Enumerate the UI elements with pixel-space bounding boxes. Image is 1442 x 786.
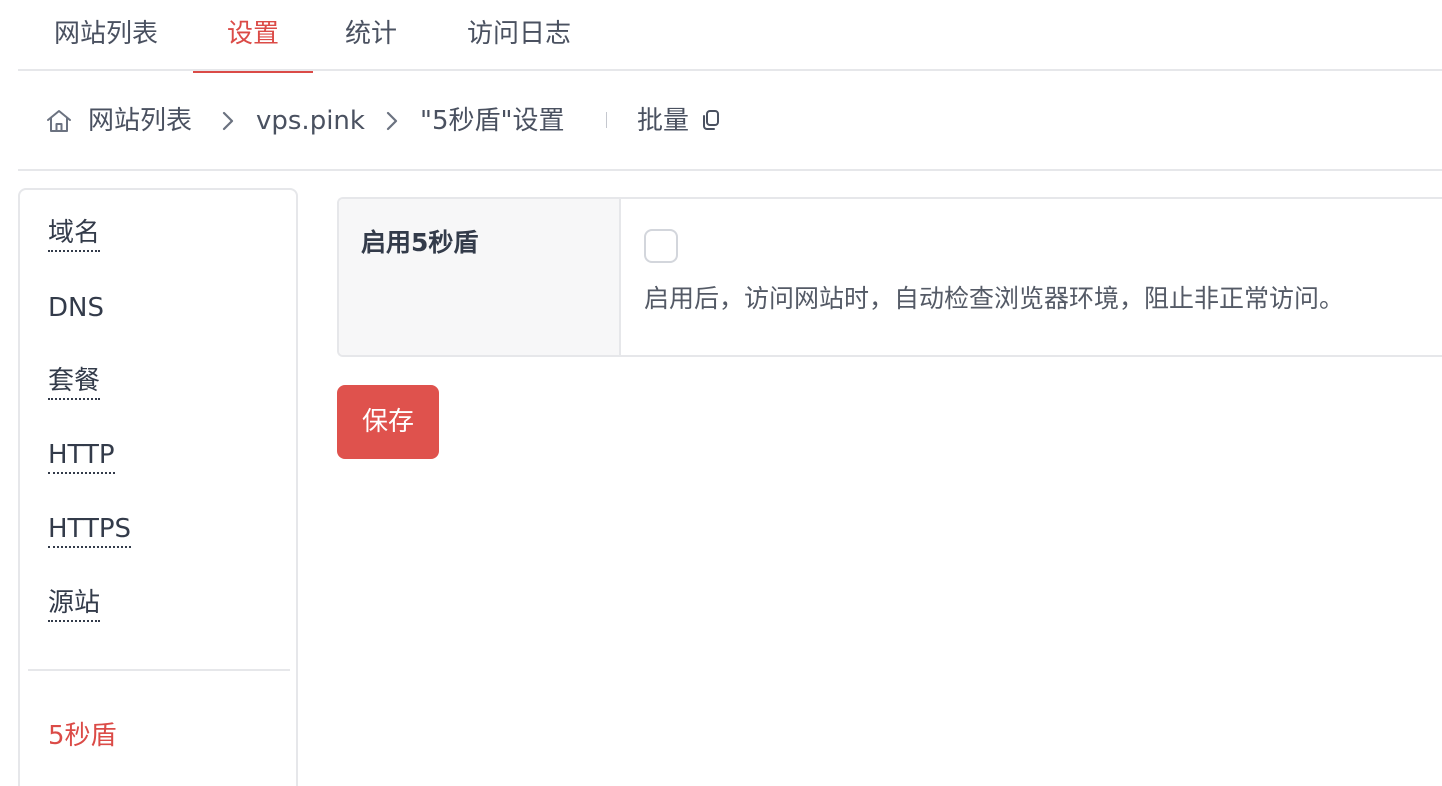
menu-item-5s-shield[interactable]: 5秒盾: [48, 718, 117, 754]
menu-item-dns[interactable]: DNS: [48, 290, 104, 326]
menu-item-origin[interactable]: 源站: [48, 586, 101, 622]
breadcrumb: 网站列表 vps.pink "5秒盾"设置 批量: [18, 71, 1442, 171]
breadcrumb-site-list[interactable]: 网站列表: [88, 101, 192, 141]
menu-item-http[interactable]: HTTP: [48, 438, 115, 474]
tab-settings[interactable]: 设置: [193, 0, 313, 73]
home-icon[interactable]: [45, 108, 73, 134]
breadcrumb-divider: [606, 112, 607, 128]
page: 网站列表 设置 统计 访问日志 网站列表 vps.pink "5秒盾"设置 批量…: [0, 0, 1442, 786]
copy-icon[interactable]: [700, 108, 722, 132]
menu-item-https[interactable]: HTTPS: [48, 512, 132, 548]
settings-table: 启用5秒盾 启用后，访问网站时，自动检查浏览器环境，阻止非正常访问。: [337, 197, 1442, 357]
setting-label-cell: 启用5秒盾: [339, 199, 621, 355]
menu-item-plan[interactable]: 套餐: [48, 364, 101, 400]
top-tab-bar: 网站列表 设置 统计 访问日志: [18, 0, 1442, 73]
menu-item-domain[interactable]: 域名: [48, 216, 101, 252]
enable-5s-shield-label: 启用5秒盾: [361, 228, 479, 257]
batch-link[interactable]: 批量: [637, 101, 689, 141]
chevron-right-icon: [386, 111, 398, 131]
tab-site-list[interactable]: 网站列表: [50, 0, 162, 71]
side-menu: 域名 DNS 套餐 HTTP HTTPS 源站 5秒盾: [18, 188, 298, 786]
breadcrumb-current: "5秒盾"设置: [420, 106, 565, 136]
tab-statistics[interactable]: 统计: [343, 0, 399, 71]
setting-help-text: 启用后，访问网站时，自动检查浏览器环境，阻止非正常访问。: [644, 284, 1345, 313]
save-button[interactable]: 保存: [337, 385, 439, 459]
chevron-right-icon: [222, 111, 234, 131]
menu-divider: [28, 669, 290, 671]
enable-5s-shield-checkbox[interactable]: [644, 229, 678, 263]
tab-access-log[interactable]: 访问日志: [463, 0, 575, 71]
breadcrumb-site[interactable]: vps.pink: [256, 101, 365, 141]
